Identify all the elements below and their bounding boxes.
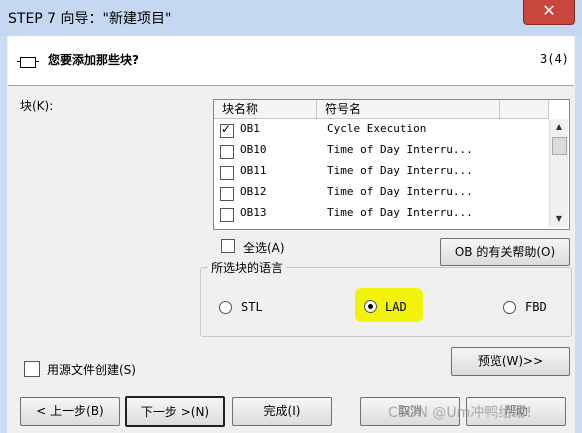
block-symbol: Time of Day Interru... xyxy=(327,206,473,219)
fbd-radio[interactable] xyxy=(503,301,516,314)
list-item[interactable]: OB13 Time of Day Interru... xyxy=(214,204,548,225)
list-item[interactable]: OB11 Time of Day Interru... xyxy=(214,162,548,183)
block-checkbox[interactable] xyxy=(220,166,234,180)
lad-radio[interactable] xyxy=(364,300,377,313)
watermark: CSDN @Um冲鸭给给! xyxy=(388,405,532,421)
language-group-title: 所选块的语言 xyxy=(208,259,287,276)
block-symbol: Cycle Execution xyxy=(327,122,427,135)
finish-button[interactable]: 完成(I) xyxy=(232,397,332,426)
ob-help-button[interactable]: OB 的有关帮助(O) xyxy=(440,238,570,266)
list-item[interactable]: OB1 Cycle Execution xyxy=(214,120,548,141)
fbd-label[interactable]: FBD xyxy=(525,300,547,314)
block-name: OB11 xyxy=(240,164,267,177)
column-header-empty[interactable] xyxy=(500,100,549,119)
column-header-symbol-name[interactable]: 符号名 xyxy=(317,100,500,119)
block-name: OB12 xyxy=(240,185,267,198)
module-icon xyxy=(17,57,39,68)
block-name: OB13 xyxy=(240,206,267,219)
window-title: STEP 7 向导："新建项目" xyxy=(8,11,172,27)
vertical-scrollbar[interactable]: ▲ ▼ xyxy=(549,119,568,227)
block-symbol: Time of Day Interru... xyxy=(327,143,473,156)
block-list[interactable]: 块名称 符号名 OB1 Cycle Execution OB10 Time of… xyxy=(213,99,570,230)
block-name: OB1 xyxy=(240,122,260,135)
block-name: OB10 xyxy=(240,143,267,156)
back-button[interactable]: < 上一步(B) xyxy=(20,397,120,426)
header-question: 您要添加那些块? xyxy=(48,53,139,67)
list-item[interactable]: OB12 Time of Day Interru... xyxy=(214,183,548,204)
lad-label[interactable]: LAD xyxy=(385,300,407,314)
scroll-up-icon[interactable]: ▲ xyxy=(550,119,568,135)
source-file-label[interactable]: 用源文件创建(S) xyxy=(47,361,136,378)
block-checkbox[interactable] xyxy=(220,145,234,159)
preview-button[interactable]: 预览(W)>> xyxy=(451,347,570,376)
scroll-down-icon[interactable]: ▼ xyxy=(550,211,568,227)
column-header-block-name[interactable]: 块名称 xyxy=(214,100,317,119)
block-symbol: Time of Day Interru... xyxy=(327,164,473,177)
scroll-thumb[interactable] xyxy=(552,137,567,155)
stl-label[interactable]: STL xyxy=(241,300,263,314)
close-button[interactable]: ✕ xyxy=(523,0,575,25)
block-checkbox[interactable] xyxy=(220,122,234,138)
block-checkbox[interactable] xyxy=(220,187,234,201)
blocks-label: 块(K): xyxy=(20,99,54,113)
select-all-label[interactable]: 全选(A) xyxy=(243,239,285,256)
step-indicator: 3(4) xyxy=(540,52,569,66)
block-symbol: Time of Day Interru... xyxy=(327,185,473,198)
stl-radio[interactable] xyxy=(219,301,232,314)
source-file-checkbox[interactable] xyxy=(24,361,40,377)
select-all-checkbox[interactable] xyxy=(221,239,235,253)
block-checkbox[interactable] xyxy=(220,208,234,222)
list-item[interactable]: OB10 Time of Day Interru... xyxy=(214,141,548,162)
next-button[interactable]: 下一步 >(N) xyxy=(125,396,225,427)
